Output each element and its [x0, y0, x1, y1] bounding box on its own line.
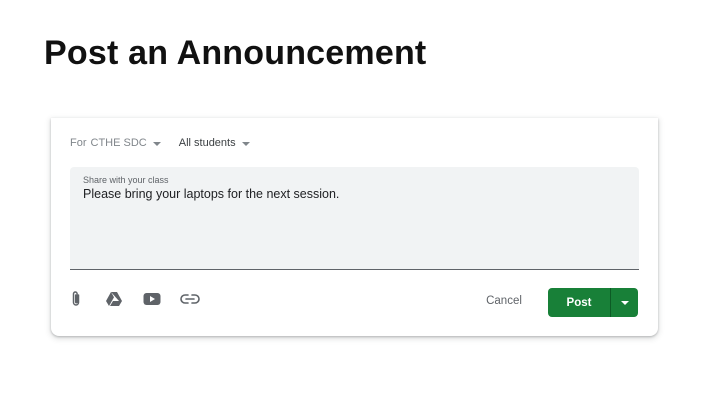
- announcement-text-field[interactable]: Share with your class Please bring your …: [70, 167, 639, 270]
- chevron-down-icon: [152, 141, 161, 146]
- announcement-text: Please bring your laptops for the next s…: [83, 187, 340, 201]
- class-dropdown-value: CTHE SDC: [90, 137, 147, 149]
- chevron-down-icon: [620, 300, 629, 305]
- announcement-composer-card: For CTHE SDC All students Share with you…: [51, 118, 658, 336]
- post-button[interactable]: Post: [548, 288, 610, 317]
- post-button-group: Post: [548, 288, 638, 317]
- chevron-down-icon: [241, 141, 250, 146]
- link-icon[interactable]: [180, 290, 200, 308]
- youtube-icon[interactable]: [142, 290, 162, 308]
- for-label: For: [70, 137, 87, 149]
- cancel-button[interactable]: Cancel: [479, 289, 529, 313]
- announcement-field-label: Share with your class: [83, 175, 169, 185]
- page-title: Post an Announcement: [44, 34, 427, 72]
- class-dropdown[interactable]: CTHE SDC: [91, 137, 161, 149]
- students-dropdown[interactable]: All students: [179, 137, 250, 149]
- audience-row: For CTHE SDC All students: [70, 135, 250, 151]
- post-options-button[interactable]: [611, 288, 638, 317]
- paperclip-icon[interactable]: [66, 290, 86, 308]
- students-dropdown-value: All students: [178, 137, 236, 149]
- google-drive-icon[interactable]: [104, 290, 124, 308]
